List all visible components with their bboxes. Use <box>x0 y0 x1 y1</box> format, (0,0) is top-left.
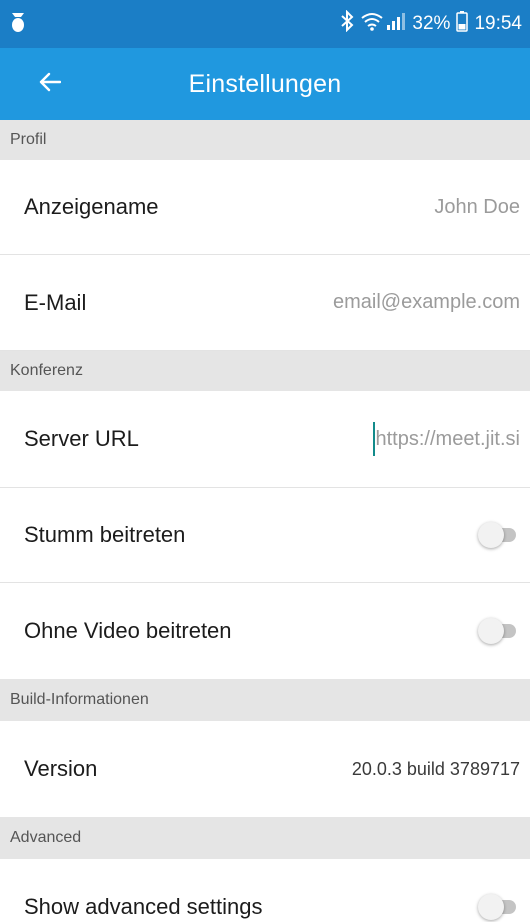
server-url-input[interactable]: https://meet.jit.si <box>372 422 521 456</box>
email-row[interactable]: E-Mail email@example.com <box>0 255 530 351</box>
toggle-thumb <box>478 894 504 920</box>
show-advanced-label: Show advanced settings <box>24 894 263 919</box>
wifi-icon <box>360 11 384 37</box>
section-header-advanced: Advanced <box>0 817 530 859</box>
version-value: 20.0.3 build 3789717 <box>351 758 520 779</box>
email-label: E-Mail <box>24 289 87 315</box>
bluetooth-icon <box>340 9 354 38</box>
app-bar: Einstellungen <box>0 48 530 120</box>
section-header-profil: Profil <box>0 120 530 160</box>
email-field[interactable]: email@example.com <box>333 291 520 314</box>
battery-percent: 32% <box>412 13 451 34</box>
section-header-konferenz: Konferenz <box>0 351 530 391</box>
version-label: Version <box>24 756 98 781</box>
section-header-build: Build-Informationen <box>0 679 530 721</box>
notification-icon <box>10 11 26 38</box>
status-time: 19:54 <box>474 13 522 34</box>
mute-label: Stumm beitreten <box>24 522 186 547</box>
display-name-label: Anzeigename <box>24 194 159 219</box>
display-name-row[interactable]: Anzeigename John Doe <box>0 160 530 255</box>
status-bar: 32% 19:54 <box>0 0 530 48</box>
no-video-label: Ohne Video beitreten <box>24 618 232 643</box>
show-advanced-toggle[interactable] <box>478 894 518 920</box>
mute-row[interactable]: Stumm beitreten <box>0 488 530 583</box>
server-url-label: Server URL <box>24 426 139 451</box>
version-row: Version 20.0.3 build 3789717 <box>0 721 530 817</box>
show-advanced-row[interactable]: Show advanced settings <box>0 859 530 922</box>
back-button[interactable] <box>0 48 100 120</box>
back-arrow-icon <box>39 72 62 97</box>
display-name-field[interactable]: John Doe <box>434 196 520 219</box>
battery-icon <box>456 10 469 38</box>
toggle-thumb <box>478 522 504 548</box>
server-url-placeholder: https://meet.jit.si <box>375 427 521 450</box>
no-video-toggle[interactable] <box>478 618 518 644</box>
toggle-thumb <box>478 618 504 644</box>
mute-toggle[interactable] <box>478 522 518 548</box>
no-video-row[interactable]: Ohne Video beitreten <box>0 583 530 679</box>
signal-icon <box>386 11 406 37</box>
text-cursor <box>372 422 375 456</box>
server-url-row[interactable]: Server URL https://meet.jit.si <box>0 391 530 488</box>
